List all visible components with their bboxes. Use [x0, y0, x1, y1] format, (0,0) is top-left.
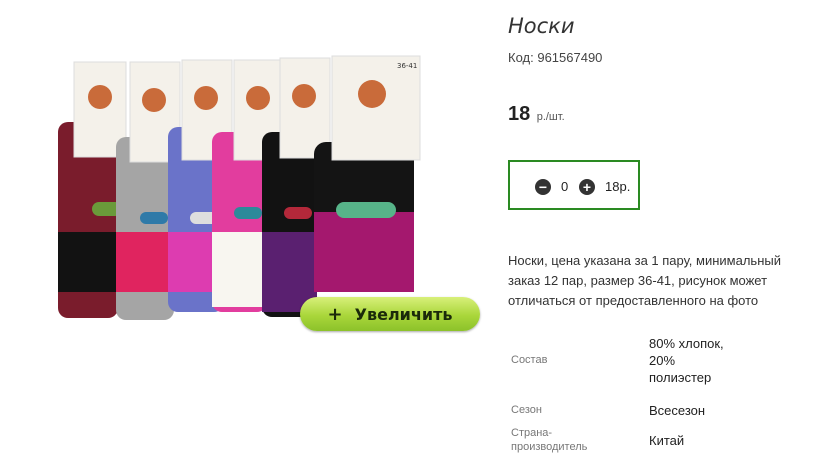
quantity-stepper: − 0 + 18р.: [508, 160, 640, 210]
package-size-label: 36-41: [397, 62, 417, 70]
socks-illustration: 36-41: [58, 55, 421, 320]
quantity-total: 18р.: [605, 179, 631, 194]
product-code-label: Код:: [508, 50, 534, 65]
property-row: Состав 80% хлопок, 20% полиэстер: [508, 325, 729, 395]
property-label: Состав: [511, 354, 548, 366]
sock-1: [58, 61, 127, 318]
product-title: Носки: [508, 14, 575, 38]
properties-table: Состав 80% хлопок, 20% полиэстер Сезон В…: [508, 325, 729, 455]
property-label: Страна-производитель: [511, 427, 588, 453]
product-photo[interactable]: 36-41: [52, 52, 460, 324]
property-row: Сезон Всесезон: [508, 395, 729, 425]
quantity-value[interactable]: 0: [561, 179, 568, 194]
product-code-value: 961567490: [537, 50, 603, 65]
price: 18 р./шт.: [508, 103, 565, 126]
price-unit: р./шт.: [536, 111, 565, 123]
plus-circle-icon[interactable]: +: [579, 179, 595, 195]
property-label: Сезон: [511, 404, 542, 416]
property-value: Всесезон: [649, 402, 706, 418]
property-value: Китай: [649, 432, 685, 448]
product-description: Носки, цена указана за 1 пару, минимальн…: [508, 253, 781, 308]
property-row: Страна-производитель Китай: [508, 425, 729, 455]
minus-circle-icon[interactable]: −: [535, 179, 551, 195]
zoom-button-label: Увеличить: [354, 304, 453, 324]
zoom-button[interactable]: + Увеличить: [300, 297, 480, 331]
plus-icon: +: [327, 303, 343, 325]
price-value: 18: [508, 103, 531, 125]
property-value: 80% хлопок, 20% полиэстер: [649, 335, 724, 385]
product-code: Код: 961567490: [508, 50, 602, 65]
